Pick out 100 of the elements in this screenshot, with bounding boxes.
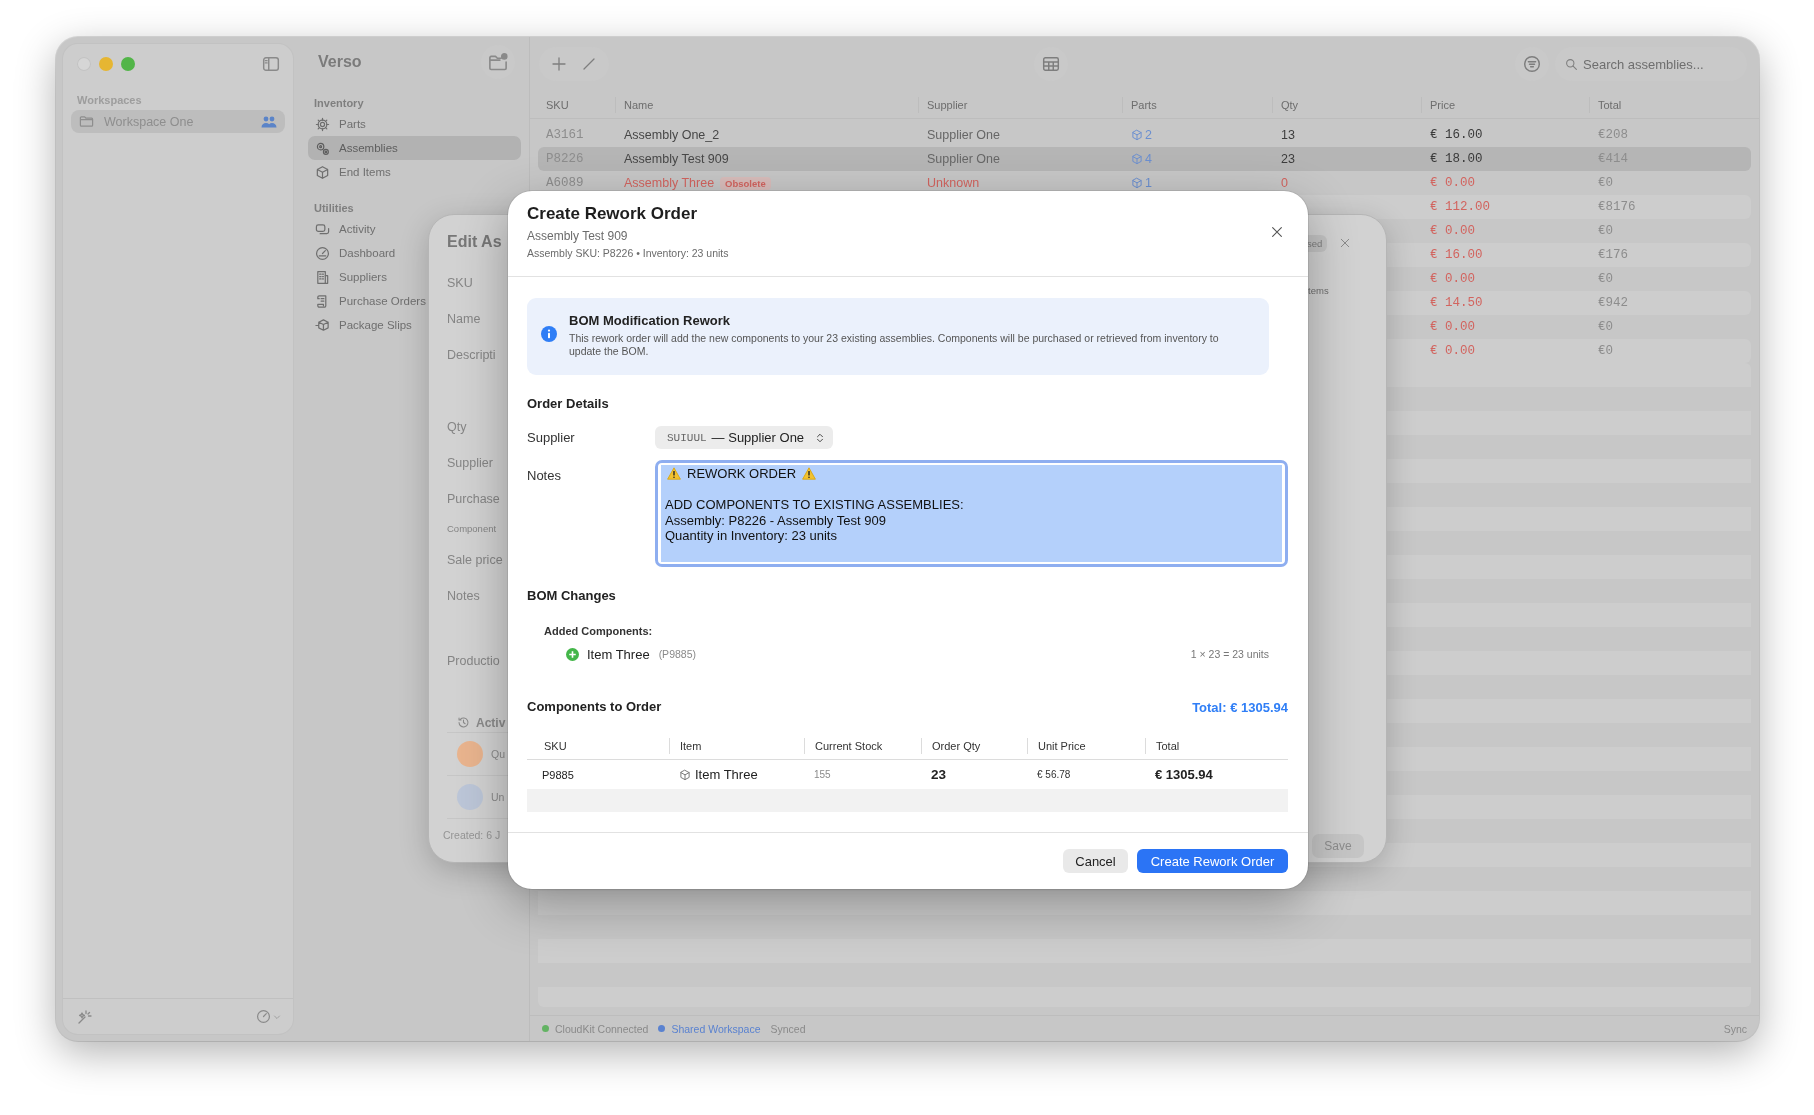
price: € 0.00 xyxy=(1429,320,1476,334)
price: € 0.00 xyxy=(1429,224,1476,238)
status-text: CloudKit Connected xyxy=(555,1022,649,1035)
sku-text: A3161 xyxy=(545,128,585,142)
price: € 16.00 xyxy=(1429,248,1484,262)
column-header[interactable]: SKU xyxy=(538,96,616,113)
zoom-button[interactable] xyxy=(121,57,135,71)
close-icon xyxy=(1270,225,1284,239)
package-icon xyxy=(315,317,330,333)
total: €208 xyxy=(1597,128,1629,142)
dialog-details: Assembly SKU: P8226 • Inventory: 23 units xyxy=(527,246,730,261)
column-header[interactable]: Name xyxy=(615,96,919,113)
warning-icon xyxy=(802,467,817,481)
dialog-subtitle: Assembly Test 909 xyxy=(527,228,629,245)
total: €0 xyxy=(1597,224,1614,238)
status-text: Synced xyxy=(770,1022,806,1035)
chat-bubbles-icon xyxy=(315,221,330,237)
line-total: € 1305.94 xyxy=(1154,767,1214,782)
column-header[interactable]: Supplier xyxy=(918,96,1123,113)
order-total: Total: € 1305.94 xyxy=(1192,699,1288,715)
cancel-button[interactable]: Cancel xyxy=(1063,849,1128,873)
banner-text: This rework order will add the new components to your 23 existing assemblies. Components will be purchased or retrieved from inventory to update the BOM. xyxy=(569,332,1220,358)
cube-icon xyxy=(315,164,330,180)
sync-label: Sync xyxy=(1723,1022,1747,1035)
nav-item[interactable]: End Items xyxy=(308,160,521,184)
total: €0 xyxy=(1597,320,1614,334)
component-sku: (P9885) xyxy=(658,648,696,660)
assembly-name: Assembly One_2 xyxy=(624,128,720,142)
column-header: Total xyxy=(1145,737,1288,754)
quantity: 13 xyxy=(1280,128,1296,142)
sidebar-toggle-icon[interactable] xyxy=(261,55,281,73)
order-quantity: 23 xyxy=(930,767,948,782)
column-header[interactable]: Parts xyxy=(1122,96,1273,113)
assembly-name: Assembly Test 909 xyxy=(624,152,729,166)
cube-icon xyxy=(1131,129,1143,141)
cube-icon xyxy=(679,768,691,781)
supplier-name: Supplier One xyxy=(926,152,1001,166)
column-header: Item xyxy=(669,737,804,754)
info-icon xyxy=(541,326,557,342)
save-button[interactable]: Save xyxy=(1312,834,1364,858)
activity-text: Qu xyxy=(491,748,505,760)
folder-icon xyxy=(79,114,94,129)
section-heading: Inventory xyxy=(313,96,365,111)
field-label: Sale price xyxy=(447,552,504,569)
notes-field[interactable]: REWORK ORDER ADD COMPONENTS TO EXISTING ASSEMBLIES: Assembly: P8226 - Assembly Test 909 Quantity in Inventory: 23 units xyxy=(655,460,1288,567)
total: €8176 xyxy=(1597,200,1637,214)
sparkles-icon[interactable] xyxy=(77,1008,93,1025)
add-button[interactable] xyxy=(551,56,567,72)
status-text: Shared Workspace xyxy=(671,1022,761,1035)
plus-icon xyxy=(551,56,567,72)
gears-icon xyxy=(315,140,330,156)
gauge-icon xyxy=(315,245,330,261)
folder-plus-icon xyxy=(487,52,509,72)
banner-title: BOM Modification Rework xyxy=(569,312,732,330)
supplier-popup[interactable]: SUIUUL — Supplier One xyxy=(655,426,834,449)
price: € 0.00 xyxy=(1429,272,1476,286)
history-icon xyxy=(457,716,470,729)
field-label: Notes xyxy=(447,588,481,605)
column-header[interactable]: Qty xyxy=(1272,96,1422,113)
price: € 112.00 xyxy=(1429,200,1491,214)
column-header: Unit Price xyxy=(1027,737,1145,754)
close-button[interactable] xyxy=(1270,225,1284,239)
column-header: Current Stock xyxy=(804,737,921,754)
people-icon xyxy=(261,114,277,129)
component-name: Item Three xyxy=(587,646,650,662)
nav-item[interactable]: Assemblies xyxy=(308,136,521,160)
supplier-name: Supplier One xyxy=(926,128,1001,142)
minimize-button[interactable] xyxy=(99,57,113,71)
nav-item[interactable]: Parts xyxy=(308,112,521,136)
cube-icon xyxy=(1131,153,1143,165)
search-icon xyxy=(1565,58,1578,71)
parts-count: 1 xyxy=(1145,176,1152,190)
table-row[interactable]: A6089 Assembly Three Obsolete Unknown 1 0 € 0.00 €0 xyxy=(538,171,1751,195)
field-label: SKU xyxy=(447,275,474,292)
field-label: Qty xyxy=(447,419,468,436)
column-header[interactable]: Total xyxy=(1589,96,1751,113)
section-heading: Utilities xyxy=(313,201,355,216)
column-header[interactable]: Price xyxy=(1421,96,1590,113)
price: € 16.00 xyxy=(1429,128,1484,142)
gauge-icon[interactable] xyxy=(256,1009,271,1024)
activity-heading: Activ xyxy=(476,715,506,730)
sku-text: P9885 xyxy=(541,768,575,781)
chevron-down-icon xyxy=(273,1012,281,1021)
field-label: Name xyxy=(447,311,482,328)
total: €0 xyxy=(1597,272,1614,286)
field-label: Productio xyxy=(447,653,501,670)
activity-text: Un xyxy=(491,791,505,803)
sku-text: A6089 xyxy=(545,176,585,190)
create-button[interactable]: Create Rework Order xyxy=(1137,849,1288,873)
filter-icon xyxy=(1523,55,1541,73)
quantity: 0 xyxy=(1280,176,1289,190)
field-label: Descripti xyxy=(447,347,497,364)
table-row[interactable]: A3161 Assembly One_2 Supplier One 2 13 € 16.00 €208 xyxy=(538,123,1751,147)
price: € 0.00 xyxy=(1429,176,1476,190)
sheet-title: Edit As xyxy=(447,232,503,252)
obsolete-tag: Obsolete xyxy=(720,176,771,190)
add-icon xyxy=(566,647,579,661)
parts-count: 4 xyxy=(1145,152,1152,166)
group-label: Added Components: xyxy=(544,624,654,639)
parts-count: 2 xyxy=(1145,128,1152,142)
